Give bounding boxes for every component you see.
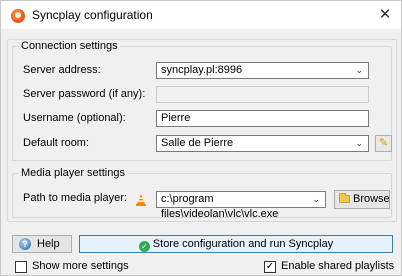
- media-player-path-combo[interactable]: c:\program files\videolan\vlc\vlc.exe ⌄: [156, 191, 326, 220]
- store-and-run-button[interactable]: ✓ Store configuration and run Syncplay: [79, 235, 393, 253]
- help-label: Help: [37, 238, 60, 250]
- pencil-icon: ✎: [378, 137, 389, 149]
- media-player-path-label: Path to media player:: [23, 192, 127, 204]
- server-address-label: Server address:: [23, 64, 101, 76]
- media-player-path-value: c:\program files\videolan\vlc\vlc.exe: [161, 193, 279, 220]
- server-password-label: Server password (if any):: [23, 88, 146, 100]
- chevron-down-icon: ⌄: [312, 194, 320, 204]
- username-field[interactable]: Pierre: [156, 110, 369, 127]
- server-password-field[interactable]: [156, 86, 369, 103]
- vlc-cone-icon: [136, 194, 146, 206]
- connection-settings-title: Connection settings: [19, 40, 120, 52]
- help-icon: ?: [19, 238, 31, 250]
- default-room-combo[interactable]: Salle de Pierre ⌄: [156, 135, 369, 152]
- default-room-label: Default room:: [23, 137, 90, 149]
- store-and-run-label: Store configuration and run Syncplay: [152, 238, 334, 250]
- folder-icon: [339, 193, 350, 203]
- syncplay-logo-icon: [11, 9, 25, 23]
- show-more-settings-label: Show more settings: [32, 260, 129, 272]
- help-button[interactable]: ? Help: [12, 235, 72, 253]
- browse-button[interactable]: Browse: [334, 190, 390, 209]
- edit-room-button[interactable]: ✎: [375, 135, 392, 152]
- enable-shared-playlists-checkbox[interactable]: ✓: [264, 260, 276, 273]
- enable-shared-playlists-label: Enable shared playlists: [281, 260, 395, 272]
- window-title: Syncplay configuration: [32, 8, 153, 22]
- username-label: Username (optional):: [23, 112, 126, 124]
- server-address-value: syncplay.pl:8996: [161, 64, 243, 76]
- media-player-settings-title: Media player settings: [19, 167, 127, 179]
- syncplay-configuration-window: Syncplay configuration ✕ Connection sett…: [0, 0, 402, 276]
- close-button[interactable]: ✕: [375, 5, 395, 25]
- show-more-settings-option[interactable]: Show more settings: [15, 260, 129, 273]
- title-bar: Syncplay configuration ✕: [1, 1, 401, 29]
- enable-shared-playlists-option[interactable]: ✓ Enable shared playlists: [264, 260, 394, 273]
- chevron-down-icon: ⌄: [355, 138, 363, 148]
- browse-label: Browse: [353, 193, 390, 205]
- show-more-settings-checkbox[interactable]: [15, 260, 27, 273]
- chevron-down-icon: ⌄: [355, 65, 363, 75]
- default-room-value: Salle de Pierre: [161, 137, 234, 149]
- check-circle-icon: ✓: [138, 241, 150, 252]
- server-address-combo[interactable]: syncplay.pl:8996 ⌄: [156, 62, 369, 79]
